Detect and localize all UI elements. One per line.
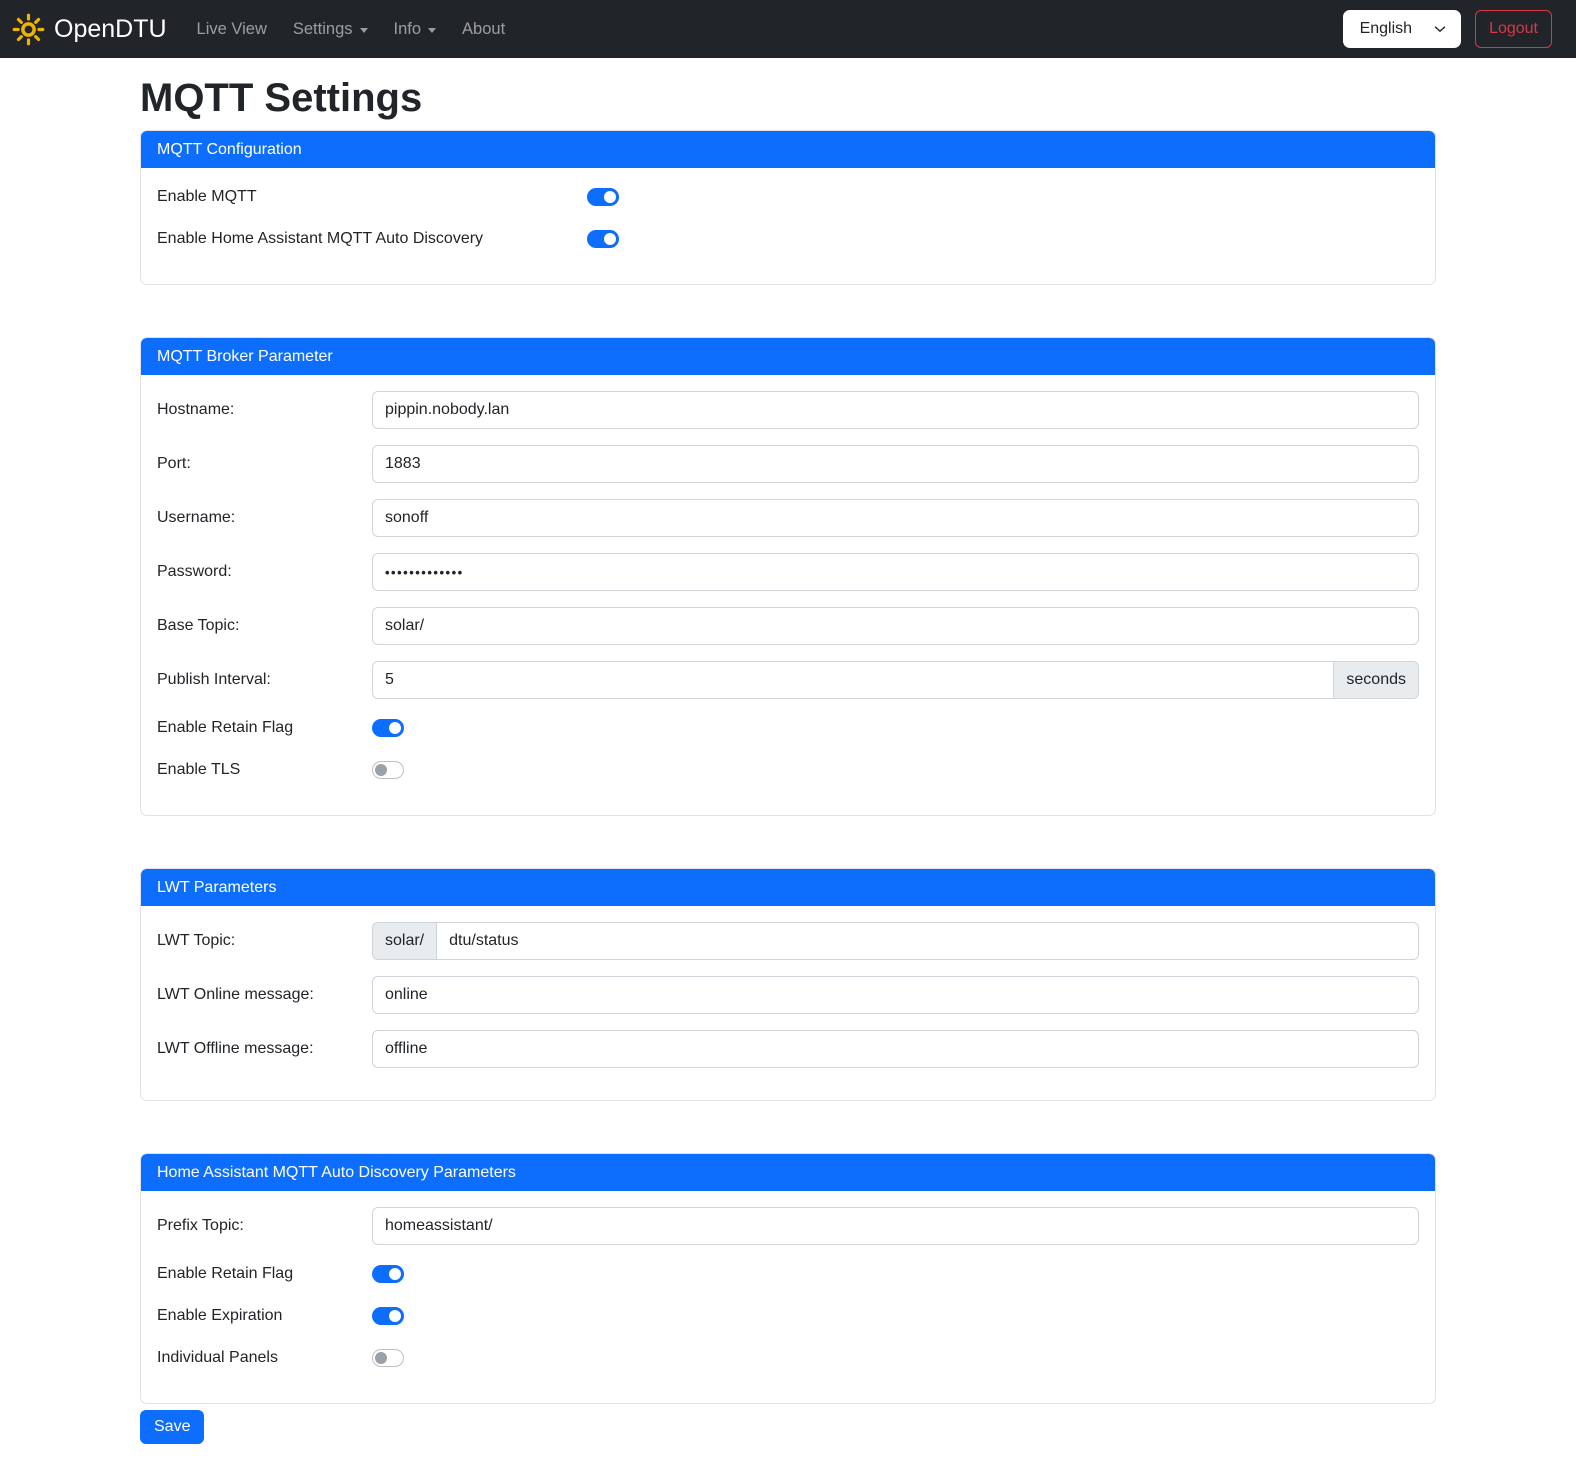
nav-links: Live View Settings Info About [189,12,524,47]
toggle-knob [375,764,387,776]
password-input[interactable] [372,553,1419,591]
lwt-offline-label: LWT Offline message: [157,1040,372,1058]
toggle-knob [389,722,401,734]
nav-item-label: Info [394,20,422,39]
card-header-mqtt-broker: MQTT Broker Parameter [141,338,1435,375]
lwt-online-label: LWT Online message: [157,986,372,1004]
navbar-right: English Logout [1343,10,1552,48]
card-body: Prefix Topic: Enable Retain Flag Enable … [141,1191,1435,1403]
language-select-value: English [1360,20,1412,38]
toggle-knob [389,1268,401,1280]
row-enable-tls: Enable TLS [157,757,1419,783]
lwt-topic-input[interactable] [436,922,1419,960]
nav-item-label: Live View [197,20,267,39]
brand-name: OpenDTU [54,15,167,44]
username-label: Username: [157,509,372,527]
lwt-topic-label: LWT Topic: [157,932,372,950]
lwt-topic-prefix: solar/ [372,922,436,960]
hostname-input[interactable] [372,391,1419,429]
row-port: Port: [157,445,1419,483]
row-lwt-topic: LWT Topic: solar/ [157,922,1419,960]
enable-mqtt-toggle[interactable] [587,188,619,206]
language-select[interactable]: English [1343,10,1461,48]
chevron-down-icon [428,28,436,33]
toggle-knob [389,1310,401,1322]
password-label: Password: [157,563,372,581]
row-username: Username: [157,499,1419,537]
card-body: Enable MQTT Enable Home Assistant MQTT A… [141,168,1435,284]
row-publish-interval: Publish Interval: seconds [157,661,1419,699]
base-topic-input[interactable] [372,607,1419,645]
card-body: LWT Topic: solar/ LWT Online message: LW… [141,906,1435,1100]
card-header-mqtt-configuration: MQTT Configuration [141,131,1435,168]
enable-tls-label: Enable TLS [157,761,372,779]
enable-hass-discovery-toggle[interactable] [587,230,619,248]
nav-item-live-view[interactable]: Live View [189,12,275,47]
port-label: Port: [157,455,372,473]
username-input[interactable] [372,499,1419,537]
toggle-knob [604,191,616,203]
individual-panels-label: Individual Panels [157,1349,372,1367]
row-prefix-topic: Prefix Topic: [157,1207,1419,1245]
enable-retain-toggle[interactable] [372,719,404,737]
card-header-hass-discovery: Home Assistant MQTT Auto Discovery Param… [141,1154,1435,1191]
row-lwt-offline: LWT Offline message: [157,1030,1419,1068]
enable-mqtt-label: Enable MQTT [157,188,587,206]
nav-item-label: Settings [293,20,353,39]
lwt-online-input[interactable] [372,976,1419,1014]
row-base-topic: Base Topic: [157,607,1419,645]
hostname-label: Hostname: [157,401,372,419]
row-hostname: Hostname: [157,391,1419,429]
enable-hass-discovery-label: Enable Home Assistant MQTT Auto Discover… [157,230,587,248]
logout-button[interactable]: Logout [1475,10,1552,48]
publish-interval-unit: seconds [1334,661,1419,699]
save-button[interactable]: Save [140,1410,204,1444]
row-enable-hass-discovery: Enable Home Assistant MQTT Auto Discover… [157,226,1419,252]
enable-retain-label: Enable Retain Flag [157,719,372,737]
enable-tls-toggle[interactable] [372,761,404,779]
publish-interval-label: Publish Interval: [157,671,372,689]
row-hass-expiration: Enable Expiration [157,1303,1419,1329]
nav-item-info[interactable]: Info [386,12,445,47]
page-title: MQTT Settings [140,74,1436,122]
brand-logo[interactable]: OpenDTU [12,13,167,46]
card-body: Hostname: Port: Username: Password: [141,375,1435,815]
chevron-down-icon [360,28,368,33]
row-password: Password: [157,553,1419,591]
card-header-lwt-parameters: LWT Parameters [141,869,1435,906]
row-individual-panels: Individual Panels [157,1345,1419,1371]
lwt-offline-input[interactable] [372,1030,1419,1068]
toggle-knob [604,233,616,245]
row-enable-retain: Enable Retain Flag [157,715,1419,741]
prefix-topic-input[interactable] [372,1207,1419,1245]
sun-icon [12,13,45,46]
row-lwt-online: LWT Online message: [157,976,1419,1014]
nav-item-about[interactable]: About [454,12,513,47]
nav-item-settings[interactable]: Settings [285,12,376,47]
hass-expiration-label: Enable Expiration [157,1307,372,1325]
card-mqtt-configuration: MQTT Configuration Enable MQTT Enable Ho… [140,130,1436,285]
hass-expiration-toggle[interactable] [372,1307,404,1325]
card-mqtt-broker: MQTT Broker Parameter Hostname: Port: Us… [140,337,1436,816]
row-hass-retain: Enable Retain Flag [157,1261,1419,1287]
top-navbar: OpenDTU Live View Settings Info About En… [0,0,1576,58]
card-lwt-parameters: LWT Parameters LWT Topic: solar/ LWT Onl… [140,868,1436,1101]
base-topic-label: Base Topic: [157,617,372,635]
row-enable-mqtt: Enable MQTT [157,184,1419,210]
card-hass-discovery: Home Assistant MQTT Auto Discovery Param… [140,1153,1436,1404]
chevron-down-icon [1434,23,1446,35]
nav-item-label: About [462,20,505,39]
individual-panels-toggle[interactable] [372,1349,404,1367]
port-input[interactable] [372,445,1419,483]
prefix-topic-label: Prefix Topic: [157,1217,372,1235]
hass-retain-toggle[interactable] [372,1265,404,1283]
toggle-knob [375,1352,387,1364]
main-content: MQTT Settings MQTT Configuration Enable … [128,74,1448,1464]
hass-retain-label: Enable Retain Flag [157,1265,372,1283]
publish-interval-input[interactable] [372,661,1334,699]
